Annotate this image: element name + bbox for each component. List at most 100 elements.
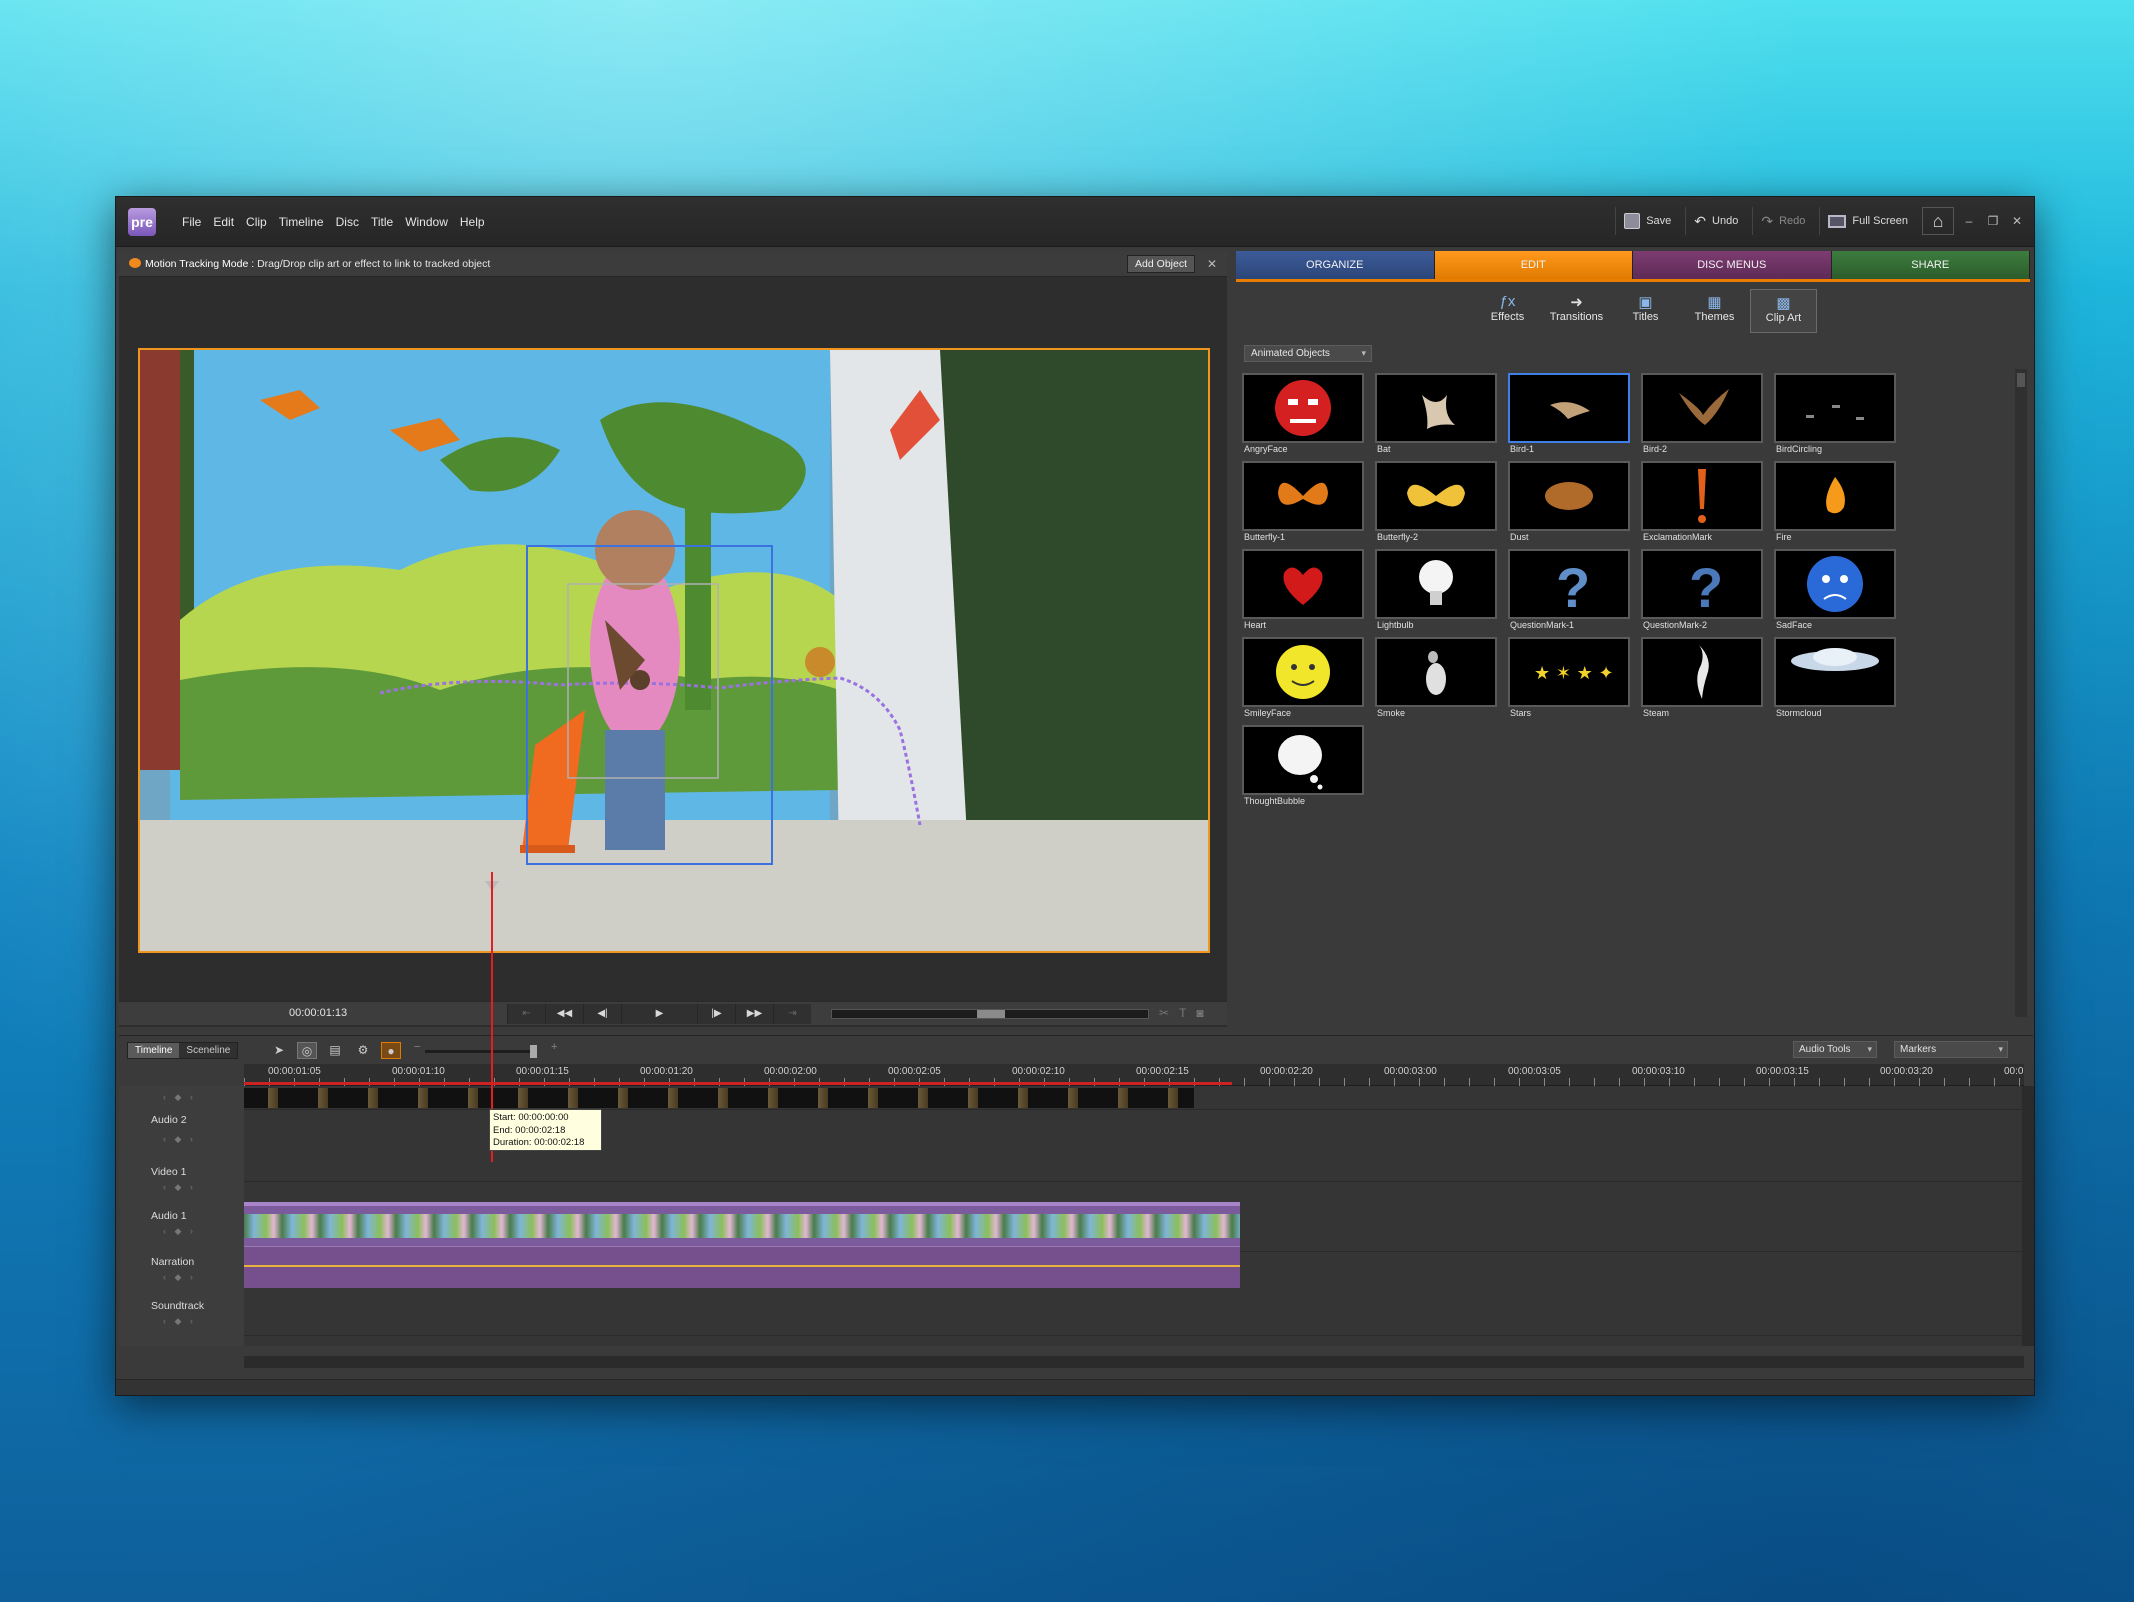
timeline-view-tabs: Timeline Sceneline xyxy=(127,1042,239,1059)
timeline-horizontal-scrollbar[interactable] xyxy=(244,1356,2024,1368)
scroll-thumb[interactable] xyxy=(2017,373,2025,387)
shuttle-slider[interactable] xyxy=(831,1009,1149,1019)
rewind-icon[interactable]: ◀◀ xyxy=(545,1004,583,1024)
clip-art-item[interactable]: Butterfly-2 xyxy=(1375,461,1497,547)
menu-file[interactable]: File xyxy=(182,215,201,229)
tooltip-duration: Duration: 00:00:02:18 xyxy=(493,1137,585,1148)
track-keyframe-controls[interactable]: ‹ ◆ › xyxy=(163,1182,196,1193)
menu-disc[interactable]: Disc xyxy=(336,215,359,229)
add-text-icon[interactable]: T xyxy=(1179,1006,1186,1020)
home-button[interactable]: ⌂ xyxy=(1922,207,1954,235)
clip-art-item[interactable]: BirdCircling xyxy=(1774,373,1896,459)
menu-edit[interactable]: Edit xyxy=(213,215,234,229)
menu-title[interactable]: Title xyxy=(371,215,393,229)
go-to-end-icon[interactable]: ⇥ xyxy=(773,1004,811,1024)
clip-art-item[interactable]: Bird-2 xyxy=(1641,373,1763,459)
video-clip-frames xyxy=(244,1214,1240,1238)
menu-timeline[interactable]: Timeline xyxy=(279,215,324,229)
split-clip-icon[interactable]: ✂ xyxy=(1159,1006,1169,1020)
menu-window[interactable]: Window xyxy=(405,215,448,229)
play-icon[interactable]: ▶ xyxy=(621,1004,697,1024)
clip-art-item[interactable]: ExclamationMark xyxy=(1641,461,1763,547)
clip-art-label: Bird-1 xyxy=(1510,444,1535,454)
restore-button[interactable]: ❐ xyxy=(1984,214,2002,228)
menu-help[interactable]: Help xyxy=(460,215,485,229)
redo-button[interactable]: ↷ Redo xyxy=(1752,207,1813,235)
undo-button[interactable]: ↶ Undo xyxy=(1685,207,1746,235)
clip-art-item[interactable]: Stormcloud xyxy=(1774,637,1896,723)
themes-button[interactable]: ▦ Themes xyxy=(1681,289,1748,333)
clip-art-item[interactable]: Fire xyxy=(1774,461,1896,547)
transitions-button[interactable]: ➜ Transitions xyxy=(1543,289,1610,333)
clip-art-item[interactable]: ? QuestionMark-2 xyxy=(1641,549,1763,635)
effects-button[interactable]: ƒx Effects xyxy=(1474,289,1541,333)
menu-clip[interactable]: Clip xyxy=(246,215,267,229)
timeline-vertical-scrollbar[interactable] xyxy=(2022,1086,2034,1346)
zoom-in-icon[interactable]: + xyxy=(551,1041,557,1053)
tab-edit[interactable]: EDIT xyxy=(1434,251,1633,279)
step-forward-icon[interactable]: |▶ xyxy=(697,1004,735,1024)
clip-art-item[interactable]: Lightbulb xyxy=(1375,549,1497,635)
track-keyframe-controls[interactable]: ‹ ◆ › xyxy=(163,1226,196,1237)
motion-tracking-icon[interactable]: ● xyxy=(381,1042,401,1059)
tab-organize[interactable]: ORGANIZE xyxy=(1236,251,1435,279)
close-tracking-icon[interactable]: ✕ xyxy=(1207,257,1217,271)
clip-art-item[interactable]: Dust xyxy=(1508,461,1630,547)
stormcloud-thumbnail xyxy=(1774,637,1896,707)
track-keyframe-controls[interactable]: ‹ ◆ › xyxy=(163,1316,196,1327)
audio-clip[interactable] xyxy=(244,1246,1240,1288)
selection-tool-icon[interactable]: ➤ xyxy=(269,1042,289,1059)
track-headers: ‹ ◆ › Audio 2 ‹ ◆ › Video 1 ‹ ◆ › Audio … xyxy=(119,1086,244,1346)
properties-icon[interactable]: ▤ xyxy=(325,1042,345,1059)
edit-tab-underline xyxy=(1236,279,2030,282)
work-area-bar[interactable] xyxy=(244,1082,1232,1085)
clip-art-item[interactable]: Heart xyxy=(1242,549,1364,635)
clip-art-label: BirdCircling xyxy=(1776,444,1823,454)
clip-art-item[interactable]: ? QuestionMark-1 xyxy=(1508,549,1630,635)
audio-tools-dropdown[interactable]: Audio Tools xyxy=(1793,1041,1877,1058)
ruler-tick-label: 00:00:03:10 xyxy=(1632,1066,1685,1077)
save-button[interactable]: Save xyxy=(1615,207,1679,235)
camera-icon[interactable]: ◙ xyxy=(1196,1006,1203,1020)
clip-art-item[interactable]: SmileyFace xyxy=(1242,637,1364,723)
track-keyframe-controls[interactable]: ‹ ◆ › xyxy=(163,1272,196,1283)
tab-disc-menus[interactable]: DISC MENUS xyxy=(1633,251,1832,279)
titles-button[interactable]: ▣ Titles xyxy=(1612,289,1679,333)
minimize-button[interactable]: – xyxy=(1960,214,1978,228)
video-preview[interactable] xyxy=(138,348,1210,953)
full-screen-button[interactable]: Full Screen xyxy=(1819,207,1916,235)
clip-art-track xyxy=(244,1086,2024,1110)
clip-art-scrollbar[interactable] xyxy=(2015,369,2027,1017)
zoom-out-icon[interactable]: − xyxy=(414,1041,420,1053)
clip-art-button[interactable]: ▩ Clip Art xyxy=(1750,289,1817,333)
bird-clip-art-clip[interactable] xyxy=(244,1088,1194,1108)
clip-art-item[interactable]: ThoughtBubble xyxy=(1242,725,1364,811)
markers-dropdown[interactable]: Markers xyxy=(1894,1041,2008,1058)
track-keyframe-controls[interactable]: ‹ ◆ › xyxy=(163,1134,196,1145)
go-to-start-icon[interactable]: ⇤ xyxy=(507,1004,545,1024)
video-clip[interactable] xyxy=(244,1202,1240,1246)
smart-trim-icon[interactable]: ◎ xyxy=(297,1042,317,1059)
zoom-slider[interactable] xyxy=(425,1045,537,1058)
clip-art-item[interactable]: Butterfly-1 xyxy=(1242,461,1364,547)
clip-art-item[interactable]: ★ ✶ ★ ✦ Stars xyxy=(1508,637,1630,723)
shuttle-handle[interactable] xyxy=(977,1010,1005,1018)
clip-art-item[interactable]: SadFace xyxy=(1774,549,1896,635)
clip-art-item[interactable]: Smoke xyxy=(1375,637,1497,723)
track-keyframe-controls[interactable]: ‹ ◆ › xyxy=(163,1092,196,1103)
save-icon xyxy=(1624,213,1641,229)
tab-sceneline[interactable]: Sceneline xyxy=(179,1043,238,1058)
category-dropdown[interactable]: Animated Objects xyxy=(1244,345,1372,362)
clip-art-item[interactable]: Steam xyxy=(1641,637,1763,723)
clip-art-item[interactable]: Bat xyxy=(1375,373,1497,459)
smart-fix-icon[interactable]: ⚙ xyxy=(353,1042,373,1059)
fast-forward-icon[interactable]: ▶▶ xyxy=(735,1004,773,1024)
clip-art-item[interactable]: AngryFace xyxy=(1242,373,1364,459)
clip-art-item[interactable]: Bird-1 xyxy=(1508,373,1630,459)
step-back-icon[interactable]: ◀| xyxy=(583,1004,621,1024)
tab-share[interactable]: SHARE xyxy=(1831,251,2030,279)
tab-timeline[interactable]: Timeline xyxy=(128,1043,180,1058)
zoom-handle[interactable] xyxy=(530,1045,537,1058)
close-button[interactable]: ✕ xyxy=(2008,214,2026,228)
add-object-button[interactable]: Add Object xyxy=(1127,255,1195,273)
